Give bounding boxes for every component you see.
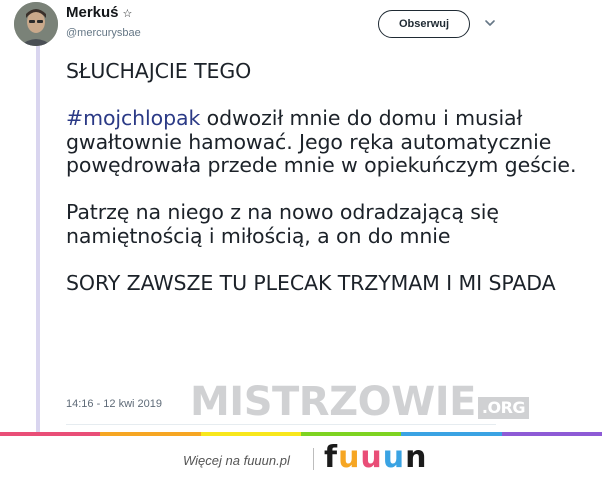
tweet-paragraph-4: SORY ZAWSZE TU PLECAK TRZYMAM I MI SPADA <box>66 270 556 295</box>
hashtag-link[interactable]: #mojchlopak <box>66 106 200 130</box>
follow-button[interactable]: Obserwuj <box>378 10 470 38</box>
tweet-timestamp[interactable]: 14:16 - 12 kwi 2019 <box>66 398 162 410</box>
screenshot-page: Merkuś ☆ @mercurysbae Obserwuj SŁUCHAJCIE… <box>0 0 602 478</box>
author-name[interactable]: Merkuś <box>66 4 119 21</box>
divider <box>66 424 496 425</box>
footer: Więcej na fuuun.pl fuuun <box>0 436 602 478</box>
thread-line <box>36 46 40 434</box>
watermark-suffix: .ORG <box>477 397 530 419</box>
logo-letter: u <box>382 440 406 475</box>
footer-divider <box>313 448 314 470</box>
tweet-paragraph-2: #mojchlopak odwoził mnie do domu i musia… <box>66 106 586 178</box>
author-block: Merkuś ☆ @mercurysbae <box>66 4 141 41</box>
tweet-text: SŁUCHAJCIE TEGO #mojchlopak odwoził mnie… <box>66 59 586 295</box>
watermark-text: MISTRZOWIE <box>190 379 476 425</box>
logo-letter: n <box>405 440 428 475</box>
watermark-logo: MISTRZOWIE .ORG <box>190 379 530 425</box>
footer-link[interactable]: Więcej na fuuun.pl <box>183 453 290 468</box>
avatar[interactable] <box>14 2 58 46</box>
tweet-line-1: SŁUCHAJCIE TEGO <box>66 59 252 83</box>
tweet-paragraph-3: Patrzę na niego z na nowo odradzającą si… <box>66 200 499 248</box>
logo-letter: u <box>338 440 361 475</box>
fuuun-logo[interactable]: fuuun <box>324 440 428 476</box>
logo-letter: u <box>360 440 383 475</box>
logo-letter: f <box>324 440 339 475</box>
star-icon: ☆ <box>122 7 133 20</box>
avatar-image <box>14 2 58 46</box>
chevron-down-icon[interactable] <box>483 16 497 30</box>
author-handle[interactable]: @mercurysbae <box>66 25 141 41</box>
